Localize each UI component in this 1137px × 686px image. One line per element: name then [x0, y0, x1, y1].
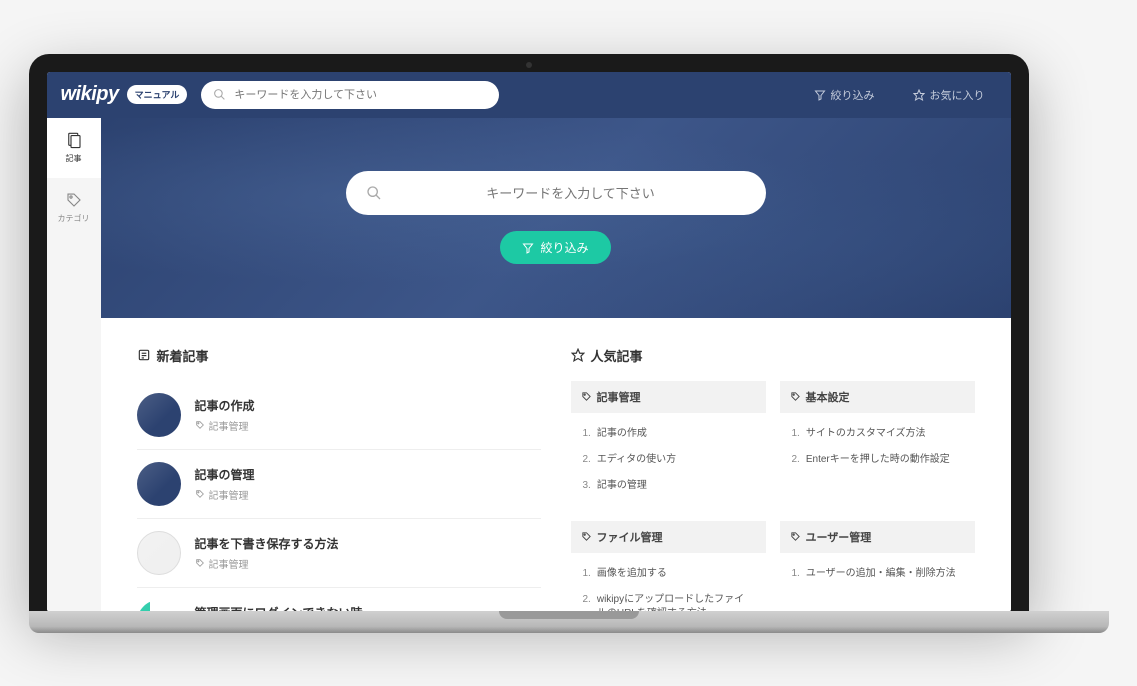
article-thumbnail: [137, 393, 181, 437]
sidebar-item-articles[interactable]: 記事: [47, 118, 101, 178]
category-item[interactable]: 1.記事の作成: [575, 421, 762, 447]
category-block: 記事管理 1.記事の作成2.エディタの使い方3.記事の管理: [571, 381, 766, 507]
article-thumbnail: [137, 531, 181, 575]
category-item[interactable]: 2.Enterキーを押した時の動作設定: [784, 447, 971, 473]
tag-icon: [581, 531, 592, 542]
filter-icon: [814, 89, 826, 101]
category-heading: ユーザー管理: [780, 521, 975, 553]
new-articles-heading: 新着記事: [137, 346, 541, 365]
star-icon: [913, 89, 925, 101]
search-icon: [366, 185, 382, 201]
hero-search-input[interactable]: [396, 186, 746, 201]
category-item[interactable]: 2.wikipyにアップロードしたファイルのURLを確認する方法: [575, 587, 762, 612]
tag-icon: [790, 391, 801, 402]
category-block: ユーザー管理 1.ユーザーの追加・編集・削除方法: [780, 521, 975, 612]
category-heading: 基本設定: [780, 381, 975, 413]
sidebar: 記事 カテゴリ: [47, 118, 101, 612]
logo-text: wikipy: [61, 83, 119, 106]
article-title: 記事の管理: [195, 466, 255, 483]
category-item[interactable]: 1.画像を追加する: [575, 561, 762, 587]
category-item[interactable]: 3.記事の管理: [575, 473, 762, 499]
favorite-button[interactable]: お気に入り: [901, 87, 997, 103]
filter-icon: [522, 242, 534, 254]
logo-badge: マニュアル: [127, 85, 188, 104]
category-item[interactable]: 1.ユーザーの追加・編集・削除方法: [784, 561, 971, 587]
filter-button[interactable]: 絞り込み: [802, 87, 887, 103]
article-row[interactable]: 記事を下書き保存する方法 記事管理: [137, 519, 541, 588]
hero-search[interactable]: [346, 171, 766, 215]
category-block: 基本設定 1.サイトのカスタマイズ方法2.Enterキーを押した時の動作設定: [780, 381, 975, 507]
tag-icon: [790, 531, 801, 542]
search-icon: [213, 88, 226, 101]
topbar: wikipy マニュアル 絞り込み お気に入り: [47, 72, 1011, 118]
filter-label: 絞り込み: [831, 87, 875, 103]
article-row[interactable]: 記事の管理 記事管理: [137, 450, 541, 519]
article-row[interactable]: 記事の作成 記事管理: [137, 381, 541, 450]
category-item[interactable]: 2.エディタの使い方: [575, 447, 762, 473]
sidebar-item-categories[interactable]: カテゴリ: [47, 178, 101, 238]
star-icon: [571, 348, 585, 362]
article-thumbnail: [137, 600, 181, 612]
favorite-label: お気に入り: [930, 87, 985, 103]
tag-icon: [195, 420, 205, 430]
list-icon: [137, 348, 151, 362]
top-search[interactable]: [201, 81, 499, 109]
sidebar-item-label: 記事: [66, 153, 82, 164]
category-heading: 記事管理: [571, 381, 766, 413]
document-icon: [65, 131, 83, 149]
top-search-input[interactable]: [234, 89, 487, 101]
article-category: 記事管理: [195, 556, 339, 571]
hero-filter-button[interactable]: 絞り込み: [500, 231, 610, 264]
article-row[interactable]: 管理画面にログインできない時 その他: [137, 588, 541, 612]
category-item[interactable]: 1.サイトのカスタマイズ方法: [784, 421, 971, 447]
article-title: 記事を下書き保存する方法: [195, 535, 339, 552]
sidebar-item-label: カテゴリ: [58, 213, 90, 224]
category-heading: ファイル管理: [571, 521, 766, 553]
category-block: ファイル管理 1.画像を追加する2.wikipyにアップロードしたファイルのUR…: [571, 521, 766, 612]
tag-icon: [195, 489, 205, 499]
logo[interactable]: wikipy マニュアル: [61, 83, 188, 106]
article-category: 記事管理: [195, 418, 255, 433]
article-category: 記事管理: [195, 487, 255, 502]
tag-icon: [65, 191, 83, 209]
hero: 絞り込み: [101, 118, 1011, 318]
tag-icon: [581, 391, 592, 402]
hero-filter-label: 絞り込み: [540, 239, 588, 256]
article-thumbnail: [137, 462, 181, 506]
popular-articles-heading: 人気記事: [571, 346, 975, 365]
tag-icon: [195, 558, 205, 568]
article-title: 記事の作成: [195, 397, 255, 414]
main-content: 絞り込み 新着記事 記事の作成: [101, 118, 1011, 612]
